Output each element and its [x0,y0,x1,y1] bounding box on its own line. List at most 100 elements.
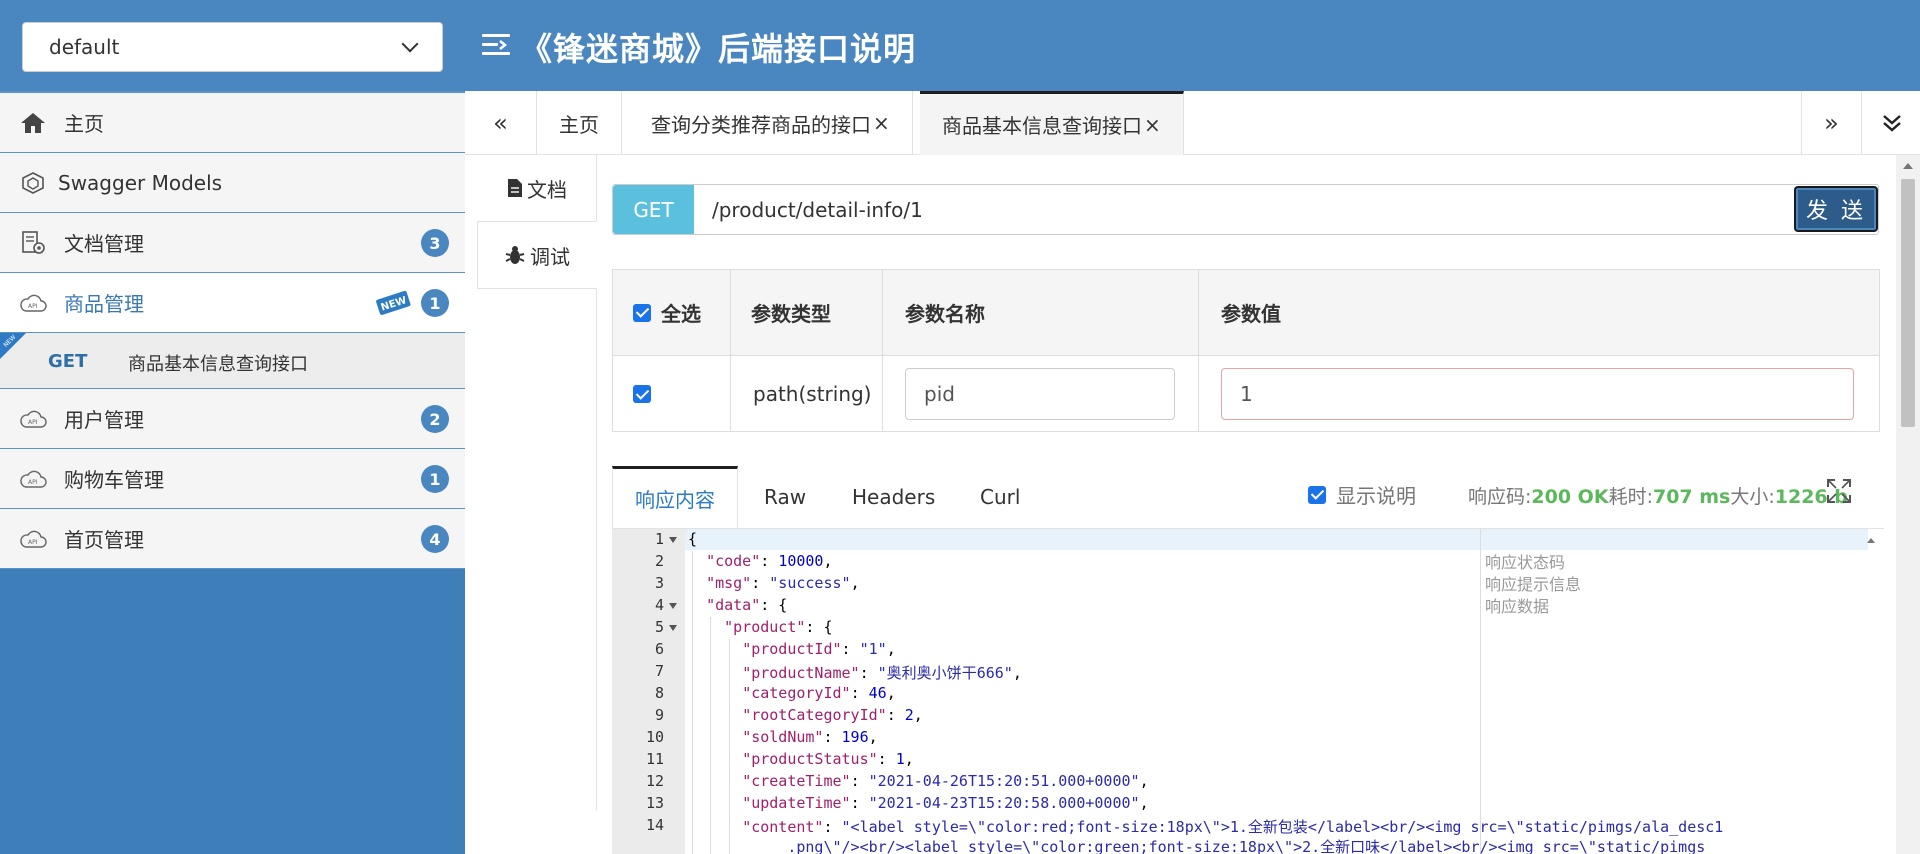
tab-label: 调试 [530,244,570,269]
api-cloud-icon: API [20,530,47,548]
active-line-highlight [685,529,1868,550]
tab-home[interactable]: 主页 [537,91,622,155]
sidebar-item-cart-management[interactable]: API 购物车管理 1 [0,449,465,509]
tab-headers[interactable]: Headers [830,466,957,528]
fold-arrow-icon[interactable] [669,537,677,543]
api-cloud-icon: API [20,294,47,312]
line-number: 2 [654,552,664,570]
column-header: 参数名称 [883,270,1199,355]
line-number: 10 [645,728,664,746]
page-scrollbar[interactable] [1896,155,1920,854]
count-badge: 1 [421,465,449,493]
svg-text:API: API [28,303,38,310]
sidebar-nav: 主页 Swagger Models 文档管理 3 API 商品管理 NEW 1 … [0,91,465,569]
menu-toggle-icon[interactable] [482,32,510,58]
code-line: "code": 10000, [706,552,833,570]
param-type: path(string) [731,356,883,432]
code-line: "productStatus": 1, [742,750,914,768]
param-name-cell: pid [883,356,1199,432]
fold-arrow-icon[interactable] [669,603,677,609]
size-label: 大小: [1730,486,1775,508]
tab-doc[interactable]: 文档 [477,155,597,221]
tab-debug[interactable]: 调试 [477,221,597,289]
code-line: .png\"/><br/><label style=\"color:green;… [787,838,1706,854]
tab-curl[interactable]: Curl [958,466,1042,528]
close-icon[interactable]: × [1144,113,1161,137]
sidebar-item-label: 商品管理 [64,292,144,316]
row-checkbox[interactable] [633,385,651,403]
sidebar-item-label: 首页管理 [64,528,144,552]
select-all-checkbox[interactable] [633,303,651,322]
code-line: "productId": "1", [742,640,896,658]
tab-raw[interactable]: Raw [742,466,828,528]
line-number: 4 [654,596,664,614]
line-number: 1 [654,530,664,548]
line-number: 13 [645,794,664,812]
code-line: "productName": "奥利奥小饼干666", [742,664,1022,682]
line-number: 14 [645,816,664,834]
sidebar-item-index-management[interactable]: API 首页管理 4 [0,509,465,569]
params-table: 全选 参数类型 参数名称 参数值 path(string) pid 1 [612,269,1880,432]
tab-label: 查询分类推荐商品的接口 [651,112,871,137]
sidebar-item-user-management[interactable]: API 用户管理 2 [0,389,465,449]
svg-text:API: API [28,419,38,426]
tab-response-content[interactable]: 响应内容 [612,466,738,528]
line-number: 11 [645,750,664,768]
fullscreen-icon[interactable] [1826,478,1852,504]
param-name-input[interactable]: pid [905,368,1175,420]
line-number: 9 [654,706,664,724]
sidebar-item-label: 主页 [64,112,104,136]
sidebar-sub-item-product-detail[interactable]: NEW GET 商品基本信息查询接口 [0,333,465,389]
close-icon[interactable]: × [873,111,890,135]
url-input[interactable]: /product/detail-info/1 [694,185,1878,234]
chevron-down-icon [401,35,419,53]
show-description-checkbox[interactable] [1308,485,1326,504]
api-cloud-icon: API [20,410,47,428]
sidebar-item-home[interactable]: 主页 [0,93,465,153]
sidebar-item-swagger-models[interactable]: Swagger Models [0,153,465,213]
table-row: path(string) pid 1 [613,356,1879,432]
description-divider [1480,529,1481,854]
sidebar-item-product-management[interactable]: API 商品管理 NEW 1 [0,273,465,333]
home-icon [21,113,45,133]
show-description-toggle[interactable]: 显示说明 [1308,480,1416,509]
tab-more-button[interactable] [1861,91,1920,155]
line-number: 3 [654,574,664,592]
tab-label: 主页 [559,112,599,137]
count-badge: 3 [421,229,449,257]
sidebar-item-label: Swagger Models [58,170,223,195]
row-select-cell [613,356,731,432]
code-line: "rootCategoryId": 2, [742,706,923,724]
params-table-header: 全选 参数类型 参数名称 参数值 [613,270,1879,356]
code-line: "updateTime": "2021-04-23T15:20:58.000+0… [742,794,1149,812]
param-value-input[interactable]: 1 [1221,368,1854,420]
tab-scroll-right-button[interactable]: » [1801,91,1861,155]
fold-arrow-icon[interactable] [669,625,677,631]
line-number: 6 [654,640,664,658]
scrollbar-thumb[interactable] [1901,179,1915,427]
status-code-value: 200 OK [1531,486,1609,508]
field-description: 响应数据 [1485,597,1550,616]
tab-category-recommend[interactable]: 查询分类推荐商品的接口 × [629,91,913,155]
tab-scroll-left-button[interactable]: « [465,91,537,155]
time-value: 707 ms [1652,486,1731,508]
tab-product-detail[interactable]: 商品基本信息查询接口 × [920,91,1184,155]
editor-scroll-up-icon[interactable] [1866,535,1876,545]
count-badge: 4 [421,525,449,553]
new-tag-icon: NEW [376,290,411,315]
field-description: 响应提示信息 [1485,575,1582,594]
sidebar: 主页 Swagger Models 文档管理 3 API 商品管理 NEW 1 … [0,91,465,854]
code-line: "createTime": "2021-04-26T15:20:51.000+0… [742,772,1149,790]
status-code-label: 响应码: [1468,486,1532,508]
response-editor[interactable]: 1 2 3 4 5 6 7 8 9 10 11 12 13 14 { "code… [612,528,1884,854]
scroll-up-arrow-icon[interactable] [1903,163,1913,169]
header-bar: default 《锋迷商城》后端接口说明 [0,0,1920,91]
field-description: 响应状态码 [1485,553,1566,572]
param-value-cell: 1 [1199,356,1879,432]
sidebar-item-doc-management[interactable]: 文档管理 3 [0,213,465,273]
sub-item-label: 商品基本信息查询接口 [128,354,308,375]
group-select[interactable]: default [22,22,443,72]
send-button[interactable]: 发 送 [1794,186,1878,232]
doc-settings-icon [22,231,45,254]
line-number: 7 [654,662,664,680]
